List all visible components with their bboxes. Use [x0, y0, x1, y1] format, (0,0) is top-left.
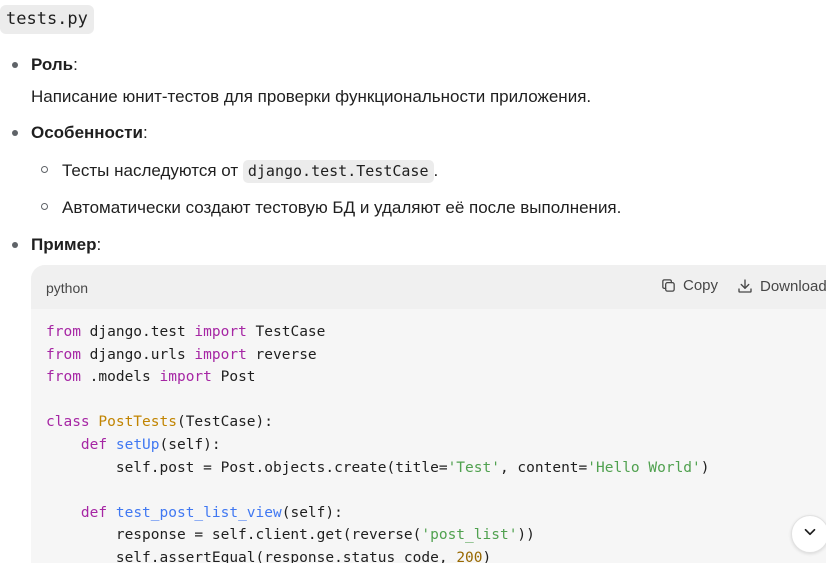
- inline-code-testcase: django.test.TestCase: [242, 160, 434, 183]
- sub-bullet-1: [41, 166, 48, 173]
- features-colon: :: [142, 123, 148, 142]
- example-heading: Пример:: [31, 234, 101, 256]
- copy-label: Copy: [683, 277, 719, 294]
- role-description: Написание юнит-тестов для проверки функц…: [31, 87, 592, 106]
- features-label: Особенности: [31, 123, 143, 142]
- chevron-down-icon: [801, 523, 819, 546]
- bullet-example: [12, 242, 18, 248]
- bullet-role: [12, 62, 18, 68]
- code-language-label: python: [46, 280, 89, 296]
- code-block: python Copy Download from django.test im…: [31, 265, 826, 563]
- download-label: Download: [760, 277, 826, 295]
- copy-button[interactable]: Copy: [660, 277, 718, 294]
- download-icon: [736, 277, 754, 295]
- scroll-down-button[interactable]: [791, 515, 826, 553]
- feature-item-1-end: .: [433, 161, 439, 180]
- role-heading: Роль:: [31, 54, 78, 76]
- role-colon: :: [73, 55, 78, 74]
- copy-icon: [660, 277, 677, 294]
- code-block-header: python Copy Download: [31, 265, 826, 309]
- role-label: Роль: [31, 55, 74, 74]
- example-colon: :: [96, 235, 102, 254]
- features-heading: Особенности:: [31, 122, 148, 144]
- chat-response: tests.py Роль: Написание юнит-тестов для…: [0, 0, 826, 563]
- download-button[interactable]: Download: [736, 277, 826, 295]
- file-name-chip: tests.py: [0, 5, 94, 34]
- feature-item-1-text: Тесты наследуются от: [62, 161, 243, 180]
- feature-item-1: Тесты наследуются от django.test.TestCas…: [62, 160, 439, 183]
- example-label: Пример: [31, 235, 97, 254]
- feature-item-2: Автоматически создают тестовую БД и удал…: [62, 198, 622, 217]
- bullet-features: [12, 130, 18, 136]
- code-content[interactable]: from django.test import TestCase from dj…: [46, 321, 710, 563]
- sub-bullet-2: [41, 203, 48, 210]
